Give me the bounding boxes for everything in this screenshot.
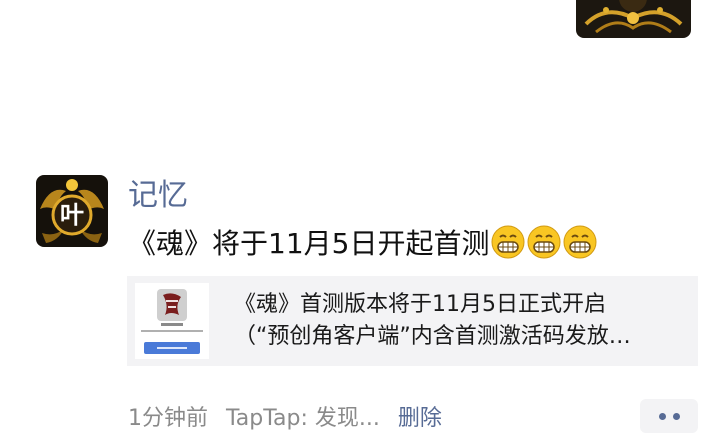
link-card-text: 《魂》首测版本将于11月5日正式开启 （“预创角客户端”内含首测激活码发放… bbox=[234, 289, 680, 353]
grin-emoji-icon bbox=[563, 225, 597, 259]
shared-link-card[interactable]: 《魂》首测版本将于11月5日正式开启 （“预创角客户端”内含首测激活码发放… bbox=[127, 276, 698, 366]
dragon-emblem-icon bbox=[576, 0, 691, 38]
post-text: 《魂》将于11月5日开起首测 bbox=[128, 227, 490, 260]
post-time: 1分钟前 bbox=[128, 406, 208, 431]
delete-link[interactable]: 删除 bbox=[398, 400, 442, 432]
link-title-line1: 《魂》首测版本将于11月5日正式开启 bbox=[234, 292, 606, 317]
grin-emoji-icon bbox=[491, 225, 525, 259]
link-thumbnail bbox=[135, 283, 209, 359]
avatar-character: 叶 bbox=[60, 201, 84, 229]
post-source[interactable]: TapTap: 发现... bbox=[226, 400, 380, 432]
previous-post-avatar[interactable] bbox=[576, 0, 691, 38]
link-title-line2: （“预创角客户端”内含首测激活码发放… bbox=[234, 324, 631, 349]
more-dots-icon bbox=[672, 412, 680, 420]
more-button[interactable] bbox=[640, 399, 698, 433]
avatar[interactable]: 叶 bbox=[36, 175, 108, 247]
more-dots-icon bbox=[658, 412, 666, 420]
game-thumbnail-icon bbox=[135, 283, 209, 359]
grin-emoji-icon bbox=[527, 225, 561, 259]
post-meta: 1分钟前 TapTap: 发现... 删除 bbox=[128, 400, 442, 432]
post-text-row: 《魂》将于11月5日开起首测 bbox=[128, 220, 597, 264]
username[interactable]: 记忆 bbox=[128, 176, 188, 216]
